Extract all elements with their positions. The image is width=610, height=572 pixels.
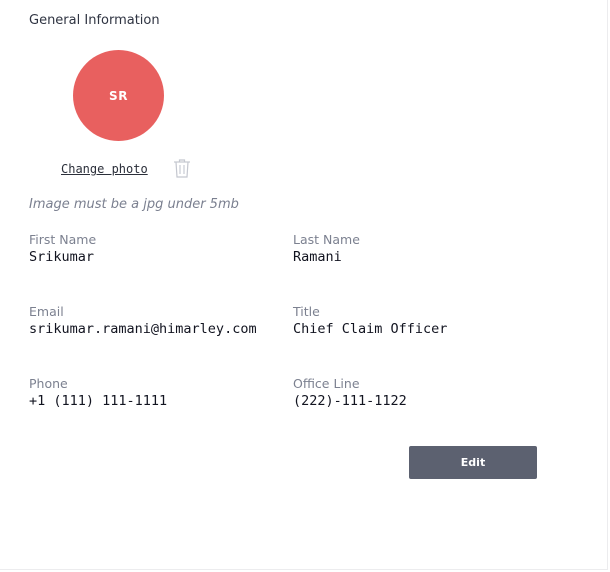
avatar-initials: SR bbox=[109, 88, 128, 103]
edit-button[interactable]: Edit bbox=[409, 446, 537, 479]
email-label: Email bbox=[29, 304, 64, 319]
title-label: Title bbox=[293, 304, 320, 319]
phone-label: Phone bbox=[29, 376, 68, 391]
trash-icon[interactable] bbox=[173, 158, 191, 178]
phone-value: +1 (111) 111-1111 bbox=[29, 393, 168, 409]
image-requirements-hint: Image must be a jpg under 5mb bbox=[29, 197, 239, 212]
general-information-panel: General Information SR Change photo Imag… bbox=[0, 0, 608, 570]
change-photo-link[interactable]: Change photo bbox=[61, 161, 148, 177]
office-line-label: Office Line bbox=[293, 376, 360, 391]
last-name-value: Ramani bbox=[293, 249, 342, 265]
avatar: SR bbox=[73, 50, 164, 141]
first-name-value: Srikumar bbox=[29, 249, 95, 265]
section-title: General Information bbox=[29, 13, 160, 28]
office-line-value: (222)-111-1122 bbox=[293, 393, 407, 409]
title-value: Chief Claim Officer bbox=[293, 321, 448, 337]
last-name-label: Last Name bbox=[293, 232, 360, 247]
first-name-label: First Name bbox=[29, 232, 97, 247]
email-value: srikumar.ramani@himarley.com bbox=[29, 321, 257, 337]
